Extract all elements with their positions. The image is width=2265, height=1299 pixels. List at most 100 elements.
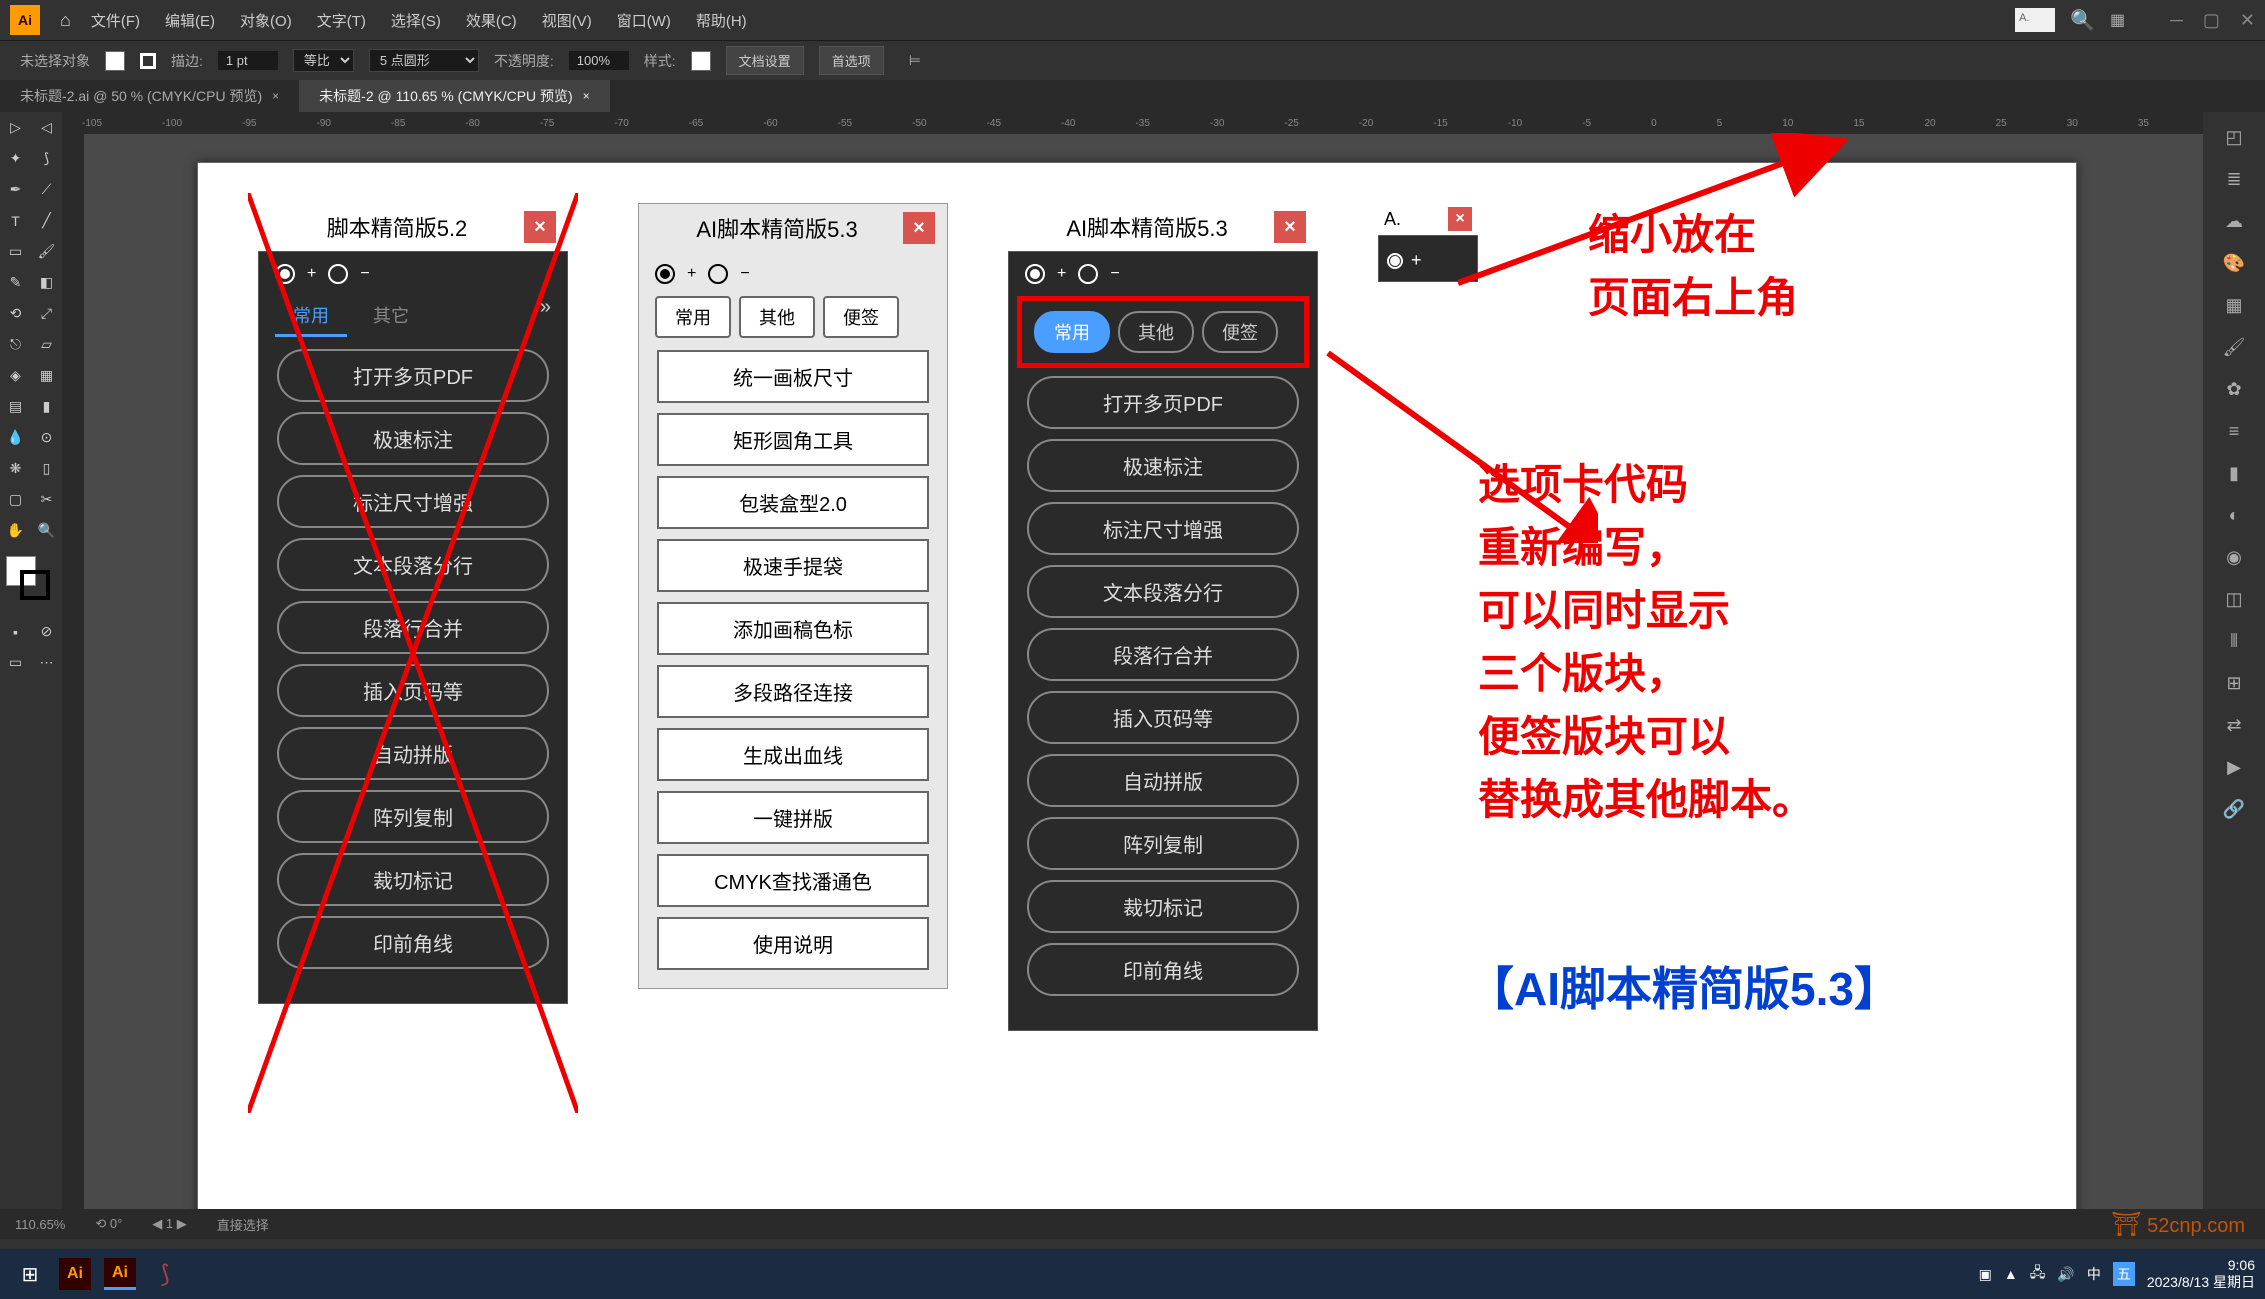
- doc-setup-button[interactable]: 文档设置: [726, 46, 804, 75]
- gradient-panel-icon[interactable]: ▮: [2219, 458, 2249, 488]
- script-button[interactable]: 打开多页PDF: [277, 349, 549, 402]
- uniform-select[interactable]: 等比: [293, 49, 354, 72]
- paintbrush-tool[interactable]: 🖌: [31, 236, 62, 267]
- symbols-panel-icon[interactable]: ✿: [2219, 374, 2249, 404]
- mesh-tool[interactable]: ▤: [0, 391, 31, 422]
- script-button[interactable]: 段落行合并: [277, 601, 549, 654]
- zoom-level[interactable]: 110.65%: [15, 1217, 65, 1232]
- libraries-panel-icon[interactable]: ☁: [2219, 206, 2249, 236]
- color-mode[interactable]: ▪: [0, 616, 31, 647]
- script-button[interactable]: 文本段落分行: [1027, 565, 1299, 618]
- slice-tool[interactable]: ✂: [31, 484, 62, 515]
- script-button[interactable]: 裁切标记: [277, 853, 549, 906]
- radio-minus[interactable]: [708, 264, 728, 284]
- menu-type[interactable]: 文字(T): [317, 10, 366, 31]
- script-button[interactable]: 印前角线: [277, 916, 549, 969]
- tab-common[interactable]: 常用: [655, 296, 731, 338]
- opacity-input[interactable]: [569, 51, 629, 70]
- menu-effect[interactable]: 效果(C): [466, 10, 517, 31]
- edit-toolbar[interactable]: ⋯: [31, 647, 62, 678]
- script-button[interactable]: 标注尺寸增强: [277, 475, 549, 528]
- rotate-view-icon[interactable]: ⟲ 0°: [95, 1216, 122, 1232]
- script-button[interactable]: 裁切标记: [1027, 880, 1299, 933]
- transparency-panel-icon[interactable]: ◐: [2219, 500, 2249, 530]
- close-icon[interactable]: ×: [583, 89, 590, 103]
- brushes-panel-icon[interactable]: 🖌: [2219, 332, 2249, 362]
- chevron-icon[interactable]: »: [540, 296, 551, 337]
- layers-panel-icon[interactable]: ≣: [2219, 164, 2249, 194]
- pathfinder-panel-icon[interactable]: ⊞: [2219, 668, 2249, 698]
- stroke-panel-icon[interactable]: ≡: [2219, 416, 2249, 446]
- appearance-panel-icon[interactable]: ◉: [2219, 542, 2249, 572]
- free-transform-tool[interactable]: ▱: [31, 329, 62, 360]
- script-button[interactable]: 极速标注: [277, 412, 549, 465]
- tab-doc-1[interactable]: 未标题-2.ai @ 50 % (CMYK/CPU 预览)×: [0, 80, 299, 112]
- scale-tool[interactable]: ⤢: [31, 298, 62, 329]
- swatches-panel-icon[interactable]: ▦: [2219, 290, 2249, 320]
- script-button[interactable]: 标注尺寸增强: [1027, 502, 1299, 555]
- rectangle-tool[interactable]: ▭: [0, 236, 31, 267]
- tab-notes[interactable]: 便签: [1202, 311, 1278, 353]
- fill-stroke-toggle[interactable]: [6, 556, 56, 606]
- tab-other[interactable]: 其他: [739, 296, 815, 338]
- script-button[interactable]: 极速手提袋: [657, 539, 929, 592]
- none-mode[interactable]: ⊘: [31, 616, 62, 647]
- radio-plus[interactable]: [275, 264, 295, 284]
- magic-wand-tool[interactable]: ✦: [0, 143, 31, 174]
- close-icon[interactable]: ×: [903, 212, 935, 244]
- script-button[interactable]: 使用说明: [657, 917, 929, 970]
- tab-common[interactable]: 常用: [1034, 311, 1110, 353]
- lasso-tool[interactable]: ⟆: [31, 143, 62, 174]
- fill-swatch[interactable]: [105, 51, 125, 71]
- blend-tool[interactable]: ⊙: [31, 422, 62, 453]
- tab-other[interactable]: 其它: [355, 296, 427, 337]
- script-button[interactable]: 自动拼版: [277, 727, 549, 780]
- close-icon[interactable]: ×: [272, 89, 279, 103]
- eyedropper-tool[interactable]: 💧: [0, 422, 31, 453]
- script-button[interactable]: 统一画板尺寸: [657, 350, 929, 403]
- tray-ime-icon[interactable]: 中: [2087, 1264, 2101, 1284]
- direct-selection-tool[interactable]: ◁: [31, 112, 62, 143]
- tab-other[interactable]: 其他: [1118, 311, 1194, 353]
- script-button[interactable]: 插入页码等: [277, 664, 549, 717]
- curvature-tool[interactable]: ⟋: [31, 174, 62, 205]
- transform-panel-icon[interactable]: ⇄: [2219, 710, 2249, 740]
- script-button[interactable]: 矩形圆角工具: [657, 413, 929, 466]
- zoom-tool[interactable]: 🔍: [31, 515, 62, 546]
- radio-minus[interactable]: [328, 264, 348, 284]
- rotate-tool[interactable]: ⟲: [0, 298, 31, 329]
- style-swatch[interactable]: [691, 51, 711, 71]
- color-panel-icon[interactable]: 🎨: [2219, 248, 2249, 278]
- shape-builder-tool[interactable]: ◈: [0, 360, 31, 391]
- type-tool[interactable]: T: [0, 205, 31, 236]
- hand-tool[interactable]: ✋: [0, 515, 31, 546]
- brush-select[interactable]: 5 点圆形: [369, 49, 479, 72]
- align-icon[interactable]: ⊨: [909, 52, 921, 69]
- symbol-sprayer-tool[interactable]: ❋: [0, 453, 31, 484]
- graph-tool[interactable]: ▯: [31, 453, 62, 484]
- stroke-swatch[interactable]: [140, 53, 156, 69]
- minimize-icon[interactable]: ─: [2170, 10, 2183, 31]
- menu-object[interactable]: 对象(O): [240, 10, 292, 31]
- script-button[interactable]: 段落行合并: [1027, 628, 1299, 681]
- script-button[interactable]: 生成出血线: [657, 728, 929, 781]
- search-icon[interactable]: 🔍: [2070, 8, 2095, 33]
- radio-plus[interactable]: [1387, 253, 1403, 269]
- radio-plus[interactable]: [1025, 264, 1045, 284]
- maximize-icon[interactable]: ▢: [2203, 10, 2220, 31]
- gradient-tool[interactable]: ▮: [31, 391, 62, 422]
- script-button[interactable]: 阵列复制: [277, 790, 549, 843]
- links-panel-icon[interactable]: 🔗: [2219, 794, 2249, 824]
- tray-icon[interactable]: ▲: [2004, 1266, 2018, 1282]
- menu-file[interactable]: 文件(F): [91, 10, 140, 31]
- script-button[interactable]: 极速标注: [1027, 439, 1299, 492]
- line-tool[interactable]: ╱: [31, 205, 62, 236]
- screen-mode[interactable]: ▭: [0, 647, 31, 678]
- shaper-tool[interactable]: ✎: [0, 267, 31, 298]
- script-button[interactable]: 包装盒型2.0: [657, 476, 929, 529]
- taskbar-ai-2[interactable]: Ai: [100, 1254, 140, 1294]
- close-icon[interactable]: ×: [1274, 211, 1306, 243]
- menu-edit[interactable]: 编辑(E): [165, 10, 215, 31]
- script-button[interactable]: 自动拼版: [1027, 754, 1299, 807]
- home-icon[interactable]: ⌂: [60, 10, 71, 31]
